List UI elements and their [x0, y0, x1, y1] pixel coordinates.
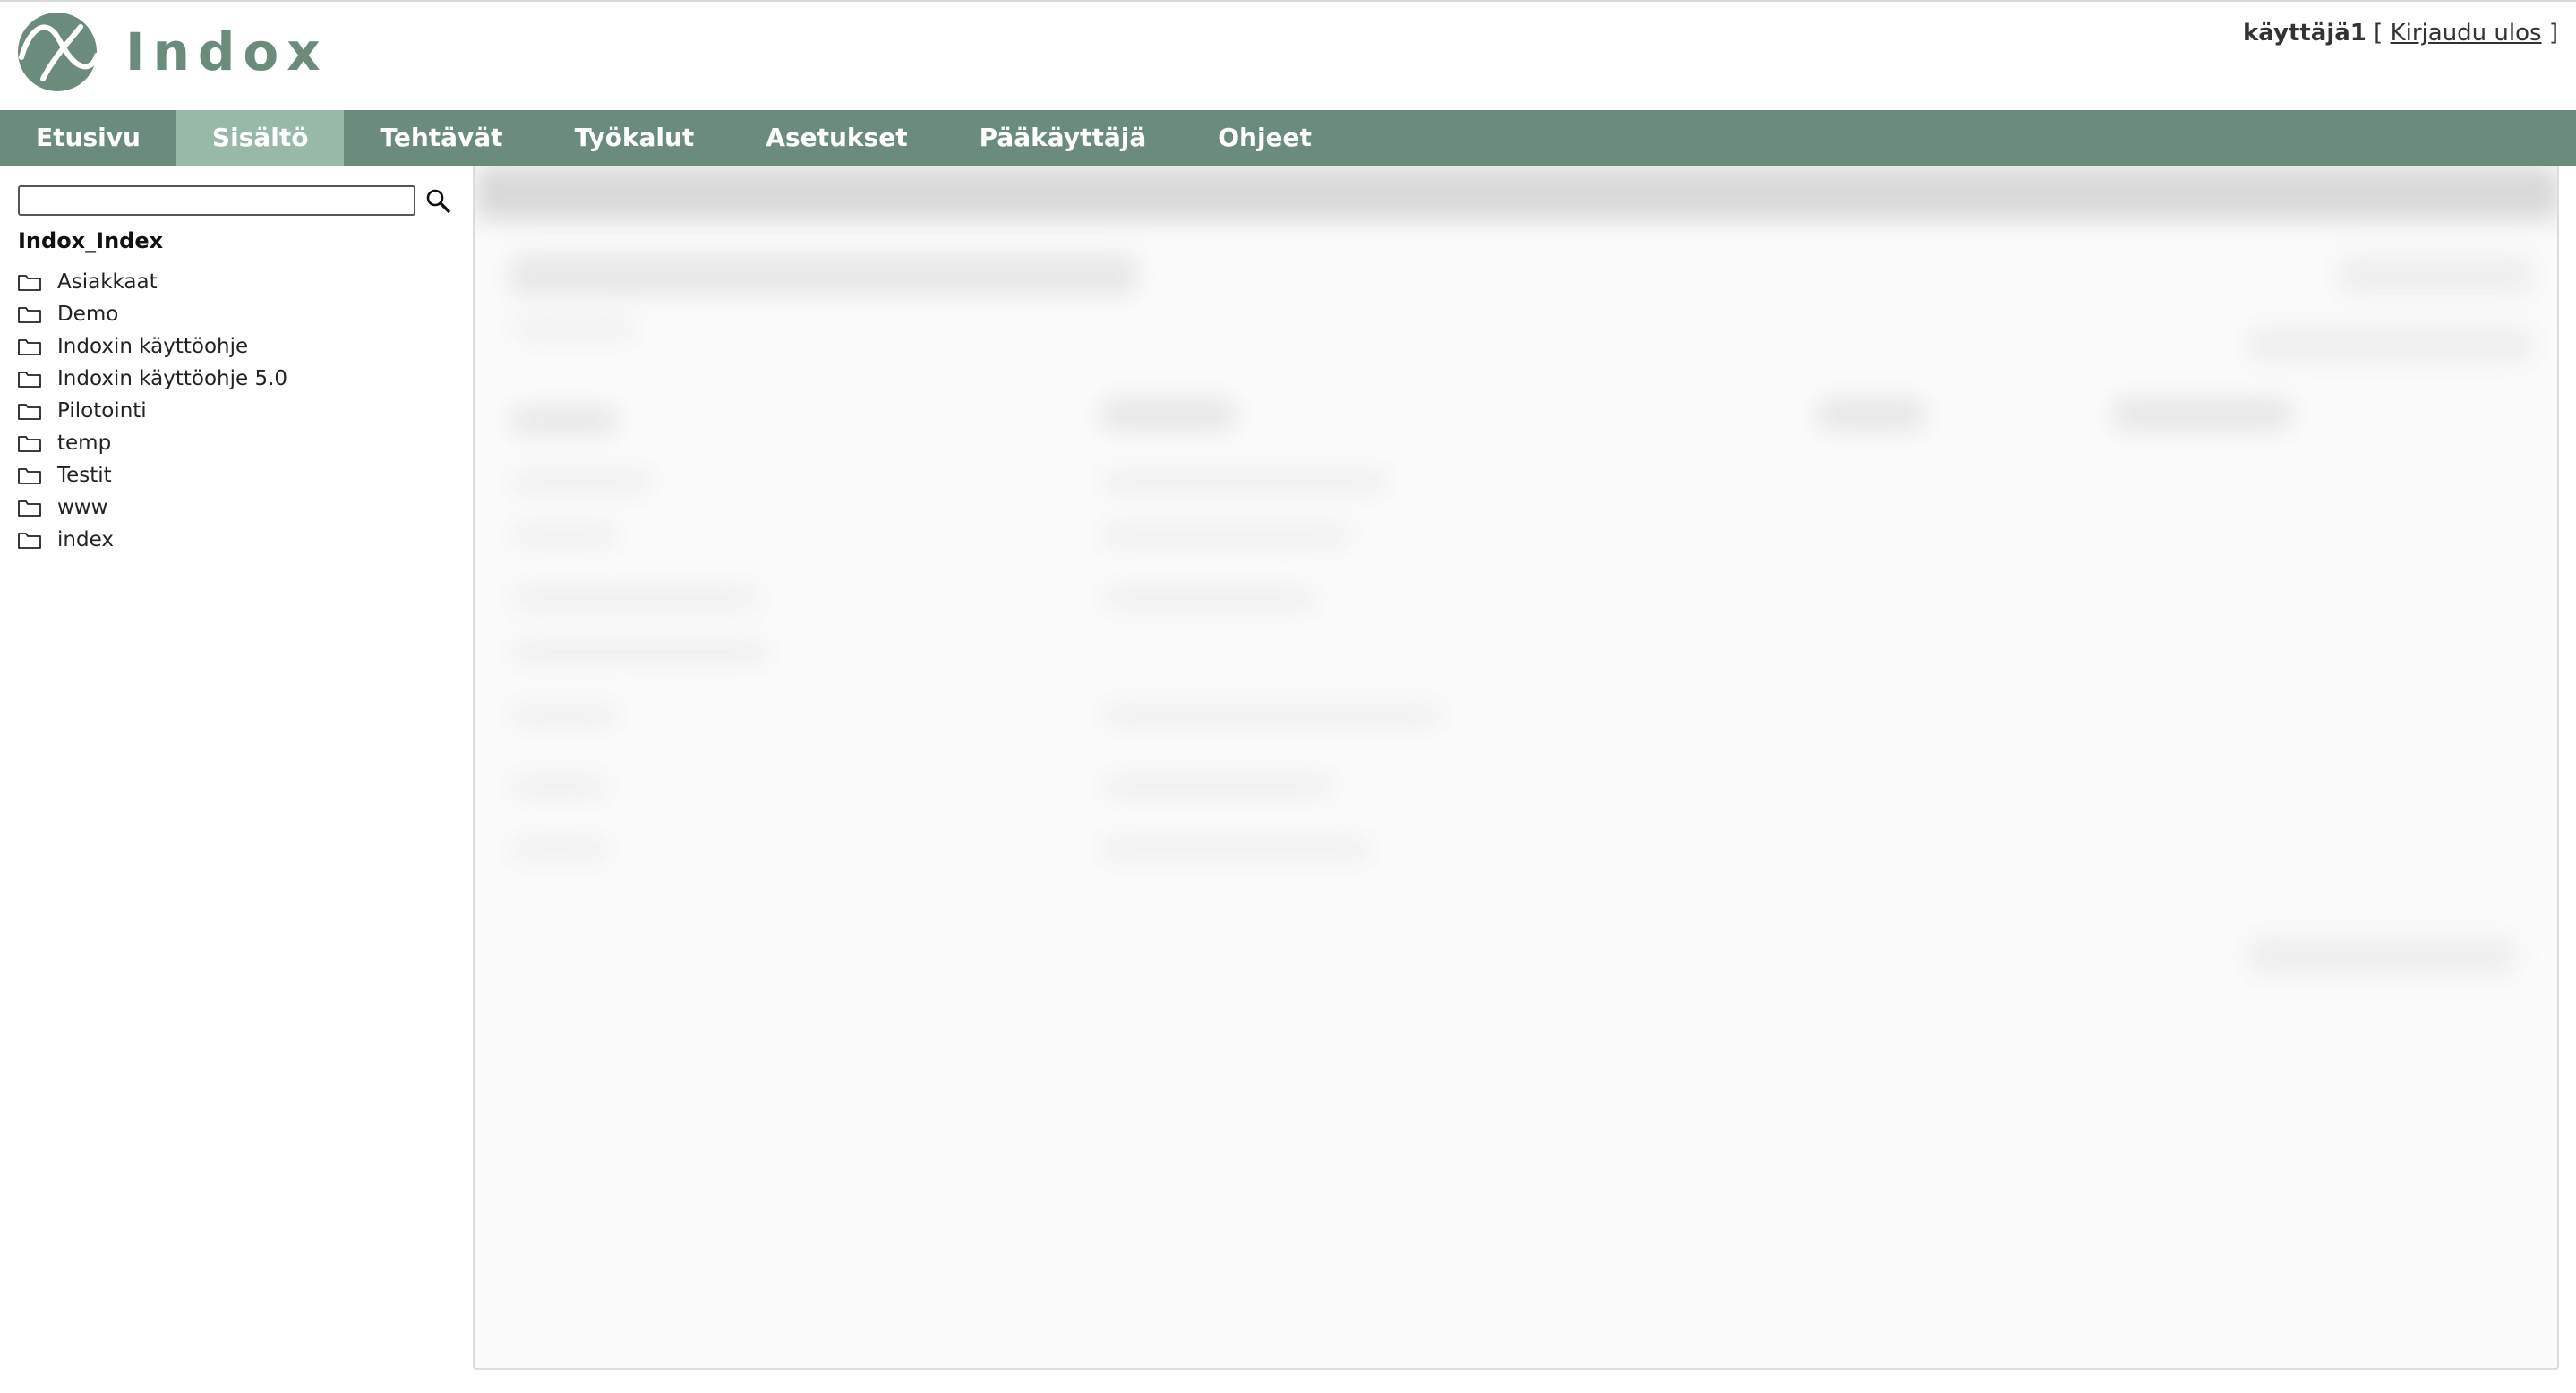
folder-label: Demo	[57, 303, 119, 326]
magnifier-icon	[426, 189, 450, 213]
folder-icon	[18, 339, 41, 355]
folder-item[interactable]: Testit	[18, 459, 287, 491]
folder-label: Asiakkaat	[57, 270, 158, 294]
tree-root[interactable]: Indox_Index	[18, 228, 163, 253]
folder-icon	[18, 500, 41, 517]
search-row	[18, 185, 453, 216]
indox-logo-icon	[18, 13, 98, 91]
folder-item[interactable]: Asiakkaat	[18, 266, 287, 298]
page: Indox käyttäjä1 [ Kirjaudu ulos ] Etusiv…	[0, 0, 2576, 1393]
folder-label: index	[57, 528, 114, 551]
folder-item[interactable]: index	[18, 524, 287, 556]
search-button[interactable]	[423, 185, 453, 216]
search-input[interactable]	[18, 185, 415, 216]
folder-icon	[18, 307, 41, 323]
header: Indox käyttäjä1 [ Kirjaudu ulos ]	[0, 2, 2576, 109]
folder-label: www	[57, 496, 108, 519]
folder-icon	[18, 468, 41, 484]
folder-icon	[18, 404, 41, 420]
nav-item-etusivu[interactable]: Etusivu	[0, 110, 176, 166]
folder-label: temp	[57, 432, 112, 455]
folder-item[interactable]: Demo	[18, 298, 287, 330]
folder-icon	[18, 275, 41, 291]
folder-item[interactable]: www	[18, 491, 287, 524]
folder-label: Testit	[57, 464, 112, 487]
folder-icon	[18, 372, 41, 388]
nav-item-tehtavat[interactable]: Tehtävät	[344, 110, 538, 166]
folder-icon	[18, 533, 41, 549]
blurred-content	[475, 166, 2557, 1368]
folder-item[interactable]: Indoxin käyttöohje 5.0	[18, 363, 287, 395]
folder-item[interactable]: temp	[18, 427, 287, 459]
nav-item-tyokalut[interactable]: Työkalut	[539, 110, 731, 166]
bracket-open: [	[2374, 20, 2383, 47]
folder-label: Indoxin käyttöohje 5.0	[57, 367, 288, 390]
sidebar: Indox_Index Asiakkaat Demo Indoxin käytt…	[0, 166, 473, 1393]
folder-item[interactable]: Pilotointi	[18, 395, 287, 427]
logo[interactable]: Indox	[16, 11, 329, 93]
folder-tree: Asiakkaat Demo Indoxin käyttöohje Indoxi…	[18, 266, 287, 556]
nav-item-paakayttaja[interactable]: Pääkäyttäjä	[944, 110, 1183, 166]
nav-item-sisalto[interactable]: Sisältö	[175, 110, 345, 166]
nav-item-asetukset[interactable]: Asetukset	[730, 110, 943, 166]
folder-label: Pilotointi	[57, 399, 147, 423]
user-box: käyttäjä1 [ Kirjaudu ulos ]	[2243, 20, 2558, 47]
main-nav: Etusivu Sisältö Tehtävät Työkalut Asetuk…	[0, 110, 2576, 166]
username: käyttäjä1	[2242, 20, 2366, 47]
logo-text: Indox	[125, 21, 329, 82]
folder-label: Indoxin käyttöohje	[57, 335, 249, 358]
content-panel	[473, 166, 2559, 1370]
logout-link[interactable]: Kirjaudu ulos	[2391, 20, 2542, 47]
folder-icon	[18, 436, 41, 452]
folder-item[interactable]: Indoxin käyttöohje	[18, 330, 287, 363]
bracket-close: ]	[2548, 20, 2558, 47]
nav-item-ohjeet[interactable]: Ohjeet	[1182, 110, 1348, 166]
